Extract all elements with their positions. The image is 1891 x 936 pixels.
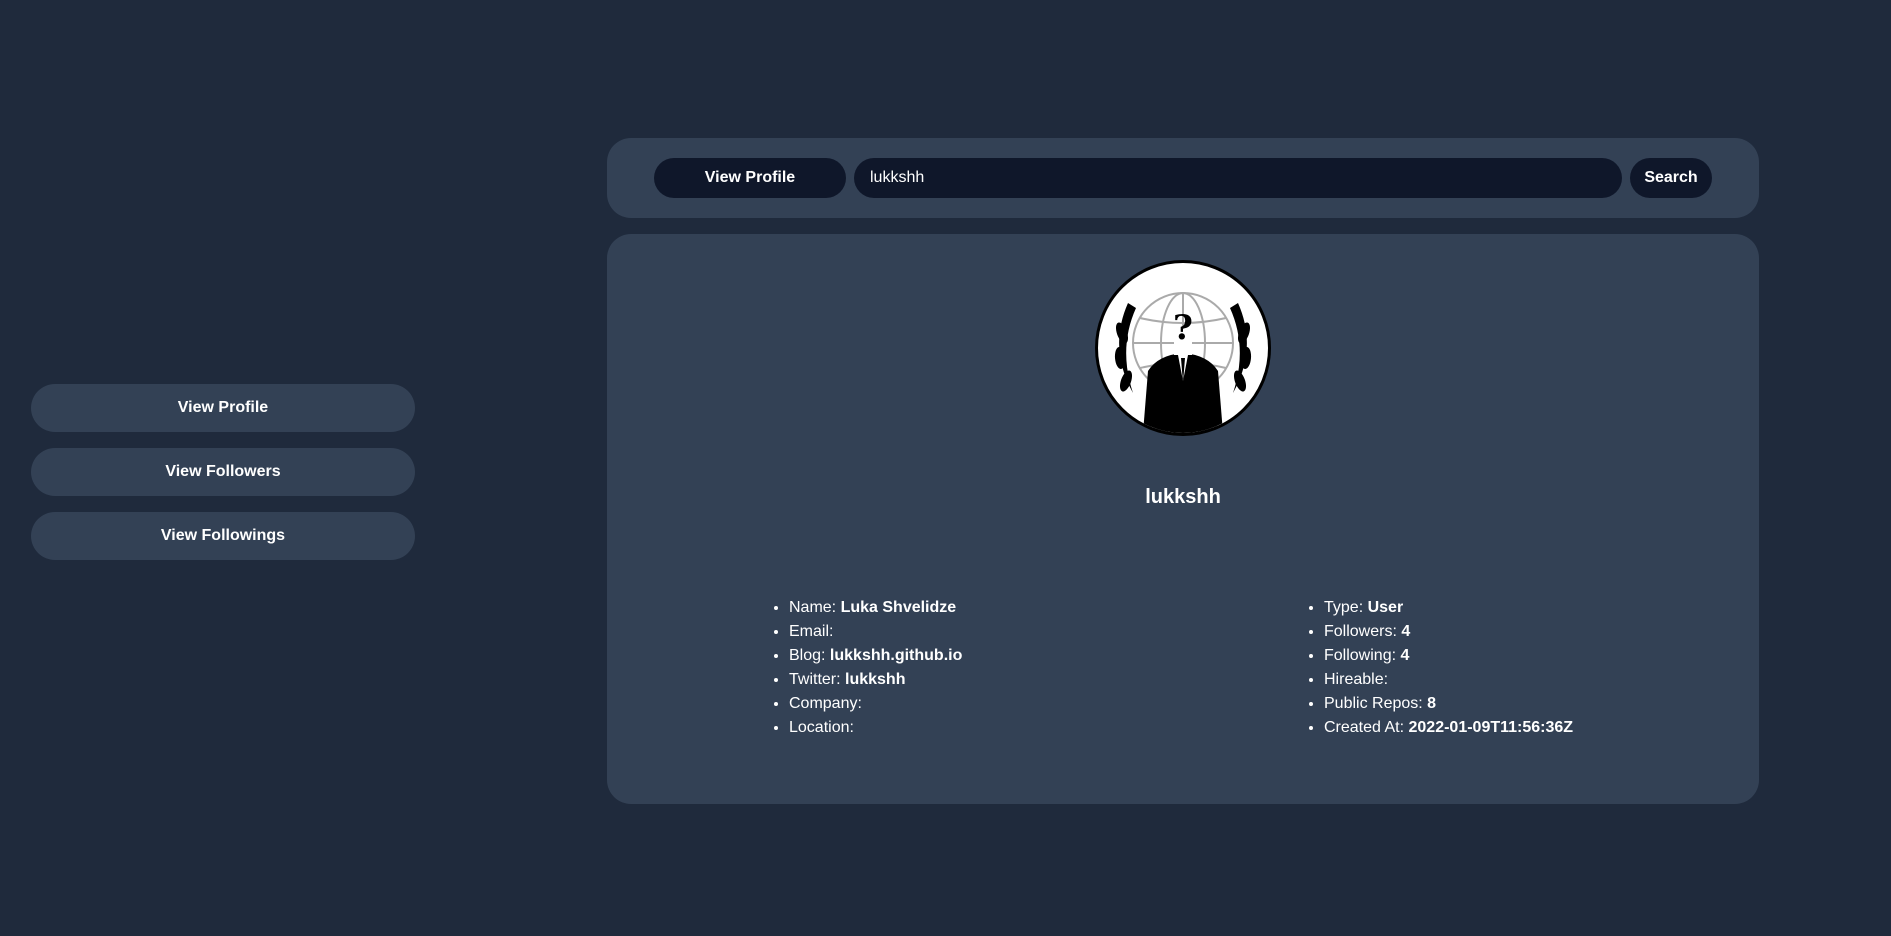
anonymous-mask-icon: ? (1114, 292, 1252, 433)
detail-location: Location: (789, 716, 962, 740)
detail-hireable: Hireable: (1324, 668, 1573, 692)
detail-blog: Blog: lukkshh.github.io (789, 644, 962, 668)
svg-text:?: ? (1173, 308, 1193, 348)
avatar: ? (1095, 260, 1271, 436)
detail-created-at: Created At: 2022-01-09T11:56:36Z (1324, 716, 1573, 740)
profile-username: lukkshh (1145, 486, 1221, 508)
profile-card: ? lukkshh Name: Luka Shvelidze Email: Bl… (607, 234, 1759, 804)
detail-public-repos: Public Repos: 8 (1324, 692, 1573, 716)
sidebar-item-view-followings[interactable]: View Followings (31, 512, 415, 560)
app-page: View Profile View Followers View Followi… (0, 0, 1891, 936)
detail-following: Following: 4 (1324, 644, 1573, 668)
detail-type: Type: User (1324, 596, 1573, 620)
detail-twitter: Twitter: lukkshh (789, 668, 962, 692)
detail-name: Name: Luka Shvelidze (789, 596, 962, 620)
sidebar: View Profile View Followers View Followi… (31, 384, 415, 576)
view-mode-button[interactable]: View Profile (654, 158, 846, 198)
detail-company: Company: (789, 692, 962, 716)
profile-details-right: Type: User Followers: 4 Following: 4 Hir… (1324, 596, 1573, 740)
sidebar-item-view-profile[interactable]: View Profile (31, 384, 415, 432)
detail-followers: Followers: 4 (1324, 620, 1573, 644)
search-button[interactable]: Search (1630, 158, 1712, 198)
search-input[interactable] (854, 158, 1622, 198)
profile-details-left: Name: Luka Shvelidze Email: Blog: lukksh… (789, 596, 962, 740)
search-panel: View Profile Search (607, 138, 1759, 218)
sidebar-item-view-followers[interactable]: View Followers (31, 448, 415, 496)
detail-email: Email: (789, 620, 962, 644)
